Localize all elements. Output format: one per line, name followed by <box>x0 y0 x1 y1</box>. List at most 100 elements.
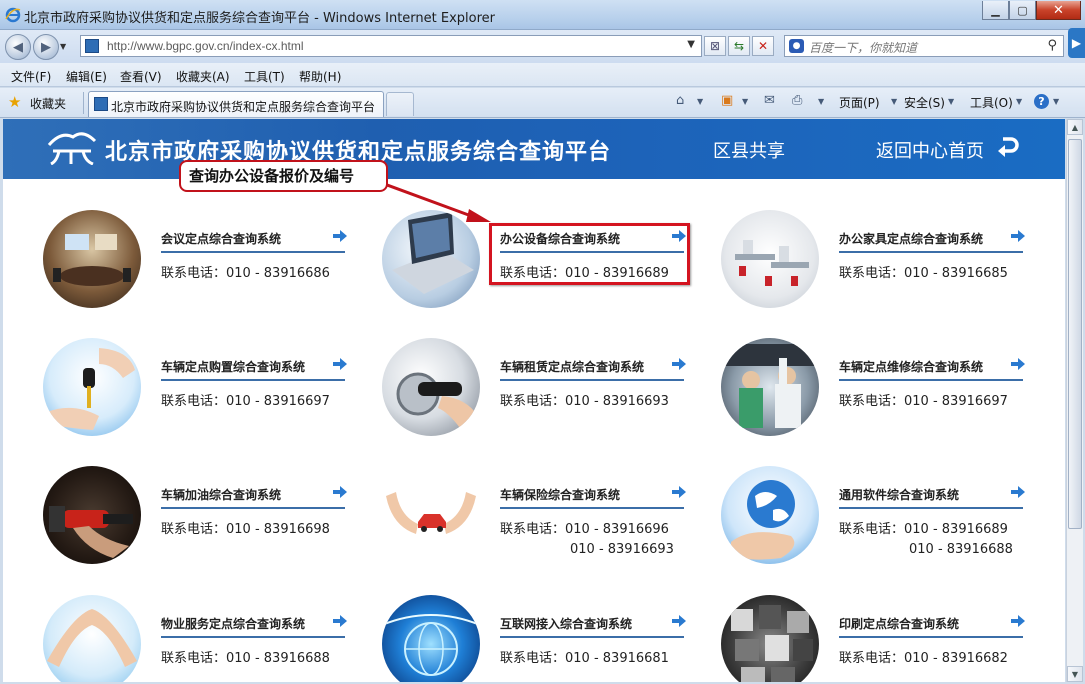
service-name[interactable]: 车辆定点维修综合查询系统 <box>839 358 983 375</box>
menu-file[interactable]: 文件(F) <box>11 68 51 85</box>
help-icon[interactable]: ? <box>1034 94 1049 109</box>
district-share-link[interactable]: 区县共享 <box>713 137 785 163</box>
arrow-right-icon[interactable] <box>672 486 686 498</box>
divider <box>839 636 1023 638</box>
mechanics-image[interactable] <box>721 338 819 436</box>
network-globe-image[interactable] <box>382 595 480 682</box>
refresh-button[interactable]: ⇆ <box>728 36 750 56</box>
forward-button[interactable]: ▶ <box>33 34 59 60</box>
tab-favicon-icon <box>94 97 108 111</box>
back-home-link[interactable]: 返回中心首页 <box>876 137 984 163</box>
printing-type-image[interactable] <box>721 595 819 682</box>
vertical-scrollbar[interactable]: ▲ ▼ <box>1066 119 1083 682</box>
favorites-button[interactable]: 收藏夹 <box>30 95 66 112</box>
scrollbar-thumb[interactable] <box>1068 139 1082 529</box>
home-icon[interactable]: ⌂ <box>676 93 684 108</box>
scroll-up-icon[interactable]: ▲ <box>1067 119 1083 135</box>
search-input[interactable]: 百度一下，你就知道 <box>809 39 917 56</box>
service-card-vehicle-rental[interactable]: 车辆租赁定点综合查询系统 联系电话：010 - 83916693 <box>382 338 702 442</box>
return-arrow-icon[interactable] <box>995 135 1019 159</box>
side-panel-tab-icon[interactable]: ▶ <box>1068 28 1085 58</box>
scroll-down-icon[interactable]: ▼ <box>1067 666 1083 682</box>
service-card-office-furniture[interactable]: 办公家具定点综合查询系统 联系电话：010 - 83916685 <box>721 210 1041 314</box>
service-name[interactable]: 物业服务定点综合查询系统 <box>161 615 305 632</box>
safety-menu[interactable]: 安全(S) <box>904 94 945 111</box>
service-phone: 联系电话：010 - 83916681 <box>500 647 669 666</box>
phone-label: 联系电话： <box>839 394 905 409</box>
car-key-image[interactable] <box>43 338 141 436</box>
menu-view[interactable]: 查看(V) <box>120 68 162 85</box>
print-icon[interactable]: ⎙ <box>792 93 802 108</box>
service-name[interactable]: 车辆加油综合查询系统 <box>161 486 281 503</box>
compatibility-view-button[interactable]: ⊠ <box>704 36 726 56</box>
browser-tab[interactable]: 北京市政府采购协议供货和定点服务综合查询平台 <box>88 91 384 117</box>
service-card-property[interactable]: 物业服务定点综合查询系统 联系电话：010 - 83916688 <box>43 595 363 682</box>
help-dropdown-icon[interactable]: ▼ <box>1053 97 1059 106</box>
address-bar[interactable]: http://www.bgpc.gov.cn/index-cx.html ▼ <box>80 35 702 57</box>
arrow-right-icon[interactable] <box>672 615 686 627</box>
service-card-general-software[interactable]: 通用软件综合查询系统 联系电话：010 - 83916689 010 - 839… <box>721 466 1041 570</box>
service-phone: 联系电话：010 - 83916697 <box>161 390 330 409</box>
print-dropdown-icon[interactable]: ▼ <box>818 97 824 106</box>
menu-tools[interactable]: 工具(T) <box>244 68 285 85</box>
page-dropdown-icon[interactable]: ▼ <box>891 97 897 106</box>
arrow-right-icon[interactable] <box>1011 486 1025 498</box>
stop-button[interactable]: ✕ <box>752 36 774 56</box>
meeting-room-image[interactable] <box>43 210 141 308</box>
search-icon[interactable]: ⚲ <box>1047 38 1057 53</box>
page-menu[interactable]: 页面(P) <box>839 94 880 111</box>
address-dropdown-icon[interactable]: ▼ <box>687 39 695 50</box>
search-box[interactable]: ● 百度一下，你就知道 ⚲ <box>784 35 1064 57</box>
arrow-right-icon[interactable] <box>672 358 686 370</box>
new-tab-button[interactable] <box>386 92 414 116</box>
arrow-right-icon[interactable] <box>333 358 347 370</box>
service-card-internet-access[interactable]: 互联网接入综合查询系统 联系电话：010 - 83916681 <box>382 595 702 682</box>
feeds-icon[interactable]: ▣ <box>721 93 733 108</box>
arrow-right-icon[interactable] <box>1011 358 1025 370</box>
window-title-bar: 北京市政府采购协议供货和定点服务综合查询平台 - Windows Interne… <box>0 0 1085 30</box>
service-card-vehicle-insurance[interactable]: 车辆保险综合查询系统 联系电话：010 - 83916696 010 - 839… <box>382 466 702 570</box>
minimize-button[interactable]: ▁ <box>982 1 1009 20</box>
address-url[interactable]: http://www.bgpc.gov.cn/index-cx.html <box>107 39 304 53</box>
safety-dropdown-icon[interactable]: ▼ <box>948 97 954 106</box>
arrow-right-icon[interactable] <box>333 615 347 627</box>
service-name[interactable]: 印刷定点综合查询系统 <box>839 615 959 632</box>
arrow-right-icon[interactable] <box>333 486 347 498</box>
home-dropdown-icon[interactable]: ▼ <box>697 97 703 106</box>
fuel-nozzle-image[interactable] <box>43 466 141 564</box>
service-name[interactable]: 车辆定点购置综合查询系统 <box>161 358 305 375</box>
mail-icon[interactable]: ✉ <box>764 93 775 108</box>
service-name[interactable]: 通用软件综合查询系统 <box>839 486 959 503</box>
service-name[interactable]: 车辆租赁定点综合查询系统 <box>500 358 644 375</box>
service-card-vehicle-repair[interactable]: 车辆定点维修综合查询系统 联系电话：010 - 83916697 <box>721 338 1041 442</box>
car-ignition-image[interactable] <box>382 338 480 436</box>
arrow-right-icon[interactable] <box>1011 230 1025 242</box>
feeds-dropdown-icon[interactable]: ▼ <box>742 97 748 106</box>
service-name[interactable]: 会议定点综合查询系统 <box>161 230 281 247</box>
tools-dropdown-icon[interactable]: ▼ <box>1016 97 1022 106</box>
back-button[interactable]: ◀ <box>5 34 31 60</box>
laptop-image[interactable] <box>382 210 480 308</box>
service-card-vehicle-purchase[interactable]: 车辆定点购置综合查询系统 联系电话：010 - 83916697 <box>43 338 363 442</box>
arrow-right-icon[interactable] <box>1011 615 1025 627</box>
arrow-right-icon[interactable] <box>333 230 347 242</box>
hands-roof-image[interactable] <box>43 595 141 682</box>
baidu-paw-icon: ● <box>789 39 804 53</box>
tools-menu[interactable]: 工具(O) <box>970 94 1013 111</box>
close-button[interactable]: ✕ <box>1036 1 1081 20</box>
globe-hand-image[interactable] <box>721 466 819 564</box>
menu-help[interactable]: 帮助(H) <box>299 68 341 85</box>
history-dropdown-icon[interactable]: ▼ <box>60 42 66 51</box>
menu-edit[interactable]: 编辑(E) <box>66 68 107 85</box>
service-name[interactable]: 车辆保险综合查询系统 <box>500 486 620 503</box>
service-card-printing[interactable]: 印刷定点综合查询系统 联系电话：010 - 83916682 <box>721 595 1041 682</box>
service-name[interactable]: 互联网接入综合查询系统 <box>500 615 632 632</box>
office-furniture-image[interactable] <box>721 210 819 308</box>
hands-car-image[interactable] <box>382 466 480 564</box>
menu-favorites[interactable]: 收藏夹(A) <box>176 68 230 85</box>
maximize-button[interactable]: ▢ <box>1009 1 1036 20</box>
service-name[interactable]: 办公家具定点综合查询系统 <box>839 230 983 247</box>
service-card-vehicle-fuel[interactable]: 车辆加油综合查询系统 联系电话：010 - 83916698 <box>43 466 363 570</box>
favorites-star-icon[interactable]: ★ <box>8 93 21 111</box>
service-card-meeting[interactable]: 会议定点综合查询系统 联系电话：010 - 83916686 <box>43 210 363 314</box>
